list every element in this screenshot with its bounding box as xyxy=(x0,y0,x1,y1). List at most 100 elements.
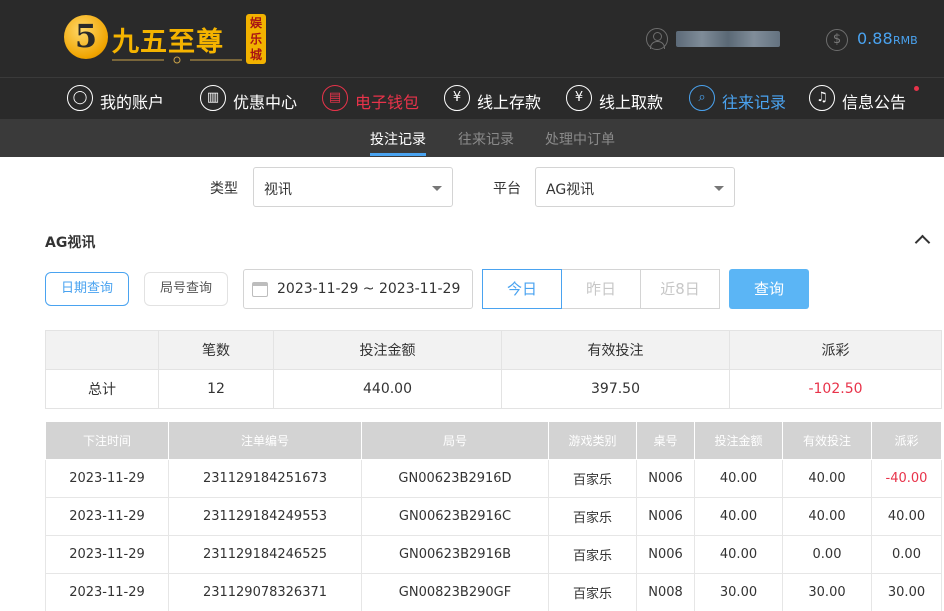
payout: 0.00 xyxy=(871,535,942,574)
game-type: 百家乐 xyxy=(548,535,637,574)
date-query-button[interactable]: 日期查询 xyxy=(45,272,129,306)
column-header: 游戏类别 xyxy=(548,421,637,460)
records-header-row: 下注时间 注单编号 局号 游戏类别 桌号 投注金额 有效投注 派彩 xyxy=(45,421,942,460)
column-header: 下注时间 xyxy=(45,421,169,460)
game-type: 百家乐 xyxy=(548,497,637,536)
table-id: N006 xyxy=(636,459,695,498)
summary-header-cell: 派彩 xyxy=(729,330,942,370)
tab-pending-orders[interactable]: 处理中订单 xyxy=(545,129,615,149)
coin-icon: $ xyxy=(826,29,848,51)
total-payout: -102.50 xyxy=(729,369,942,409)
bell-icon: ♫ xyxy=(809,85,835,111)
platform-label: 平台 xyxy=(493,181,521,197)
total-valid-bet: 397.50 xyxy=(501,369,730,409)
sub-nav: 投注记录 往来记录 处理中订单 xyxy=(0,119,944,157)
top-header: 5 九五至尊 娱乐城 $ 0.88 RMB xyxy=(0,0,944,77)
bet-id: 231129184246525 xyxy=(168,535,362,574)
bet-amount: 40.00 xyxy=(694,497,783,536)
game-type: 百家乐 xyxy=(548,573,637,611)
logo-badge: 娱乐城 xyxy=(246,14,266,64)
bet-time: 2023-11-29 xyxy=(45,459,169,498)
user-icon: ◯ xyxy=(67,85,93,111)
tab-transaction-records[interactable]: 往来记录 xyxy=(458,129,514,149)
table-row: 2023-11-29 231129184249553 GN00623B2916C… xyxy=(45,497,942,536)
payout: 40.00 xyxy=(871,497,942,536)
column-header: 局号 xyxy=(361,421,549,460)
wallet-icon: ▤ xyxy=(322,85,348,111)
table-id: N006 xyxy=(636,497,695,536)
active-tab-indicator xyxy=(370,153,426,156)
chevron-down-icon xyxy=(432,186,442,191)
chevron-up-icon[interactable] xyxy=(915,233,929,247)
summary-header-cell: 笔数 xyxy=(158,330,274,370)
summary-header-cell: 投注金额 xyxy=(273,330,502,370)
round-id: GN00623B2916C xyxy=(361,497,549,536)
payout: -40.00 xyxy=(871,459,942,498)
total-count: 12 xyxy=(158,369,274,409)
round-query-button[interactable]: 局号查询 xyxy=(144,272,228,306)
user-avatar-icon xyxy=(646,28,668,50)
table-row: 2023-11-29 231129078326371 GN00823B290GF… xyxy=(45,573,942,611)
yesterday-button[interactable]: 昨日 xyxy=(561,269,641,309)
query-button[interactable]: 查询 xyxy=(729,269,809,309)
bet-amount: 40.00 xyxy=(694,459,783,498)
table-row: 2023-11-29 231129184251673 GN00623B2916D… xyxy=(45,459,942,498)
column-header: 有效投注 xyxy=(782,421,872,460)
valid-bet: 40.00 xyxy=(782,497,872,536)
valid-bet: 30.00 xyxy=(782,573,872,611)
date-range-input[interactable]: 2023-11-29 ~ 2023-11-29 xyxy=(243,269,473,309)
bet-id: 231129078326371 xyxy=(168,573,362,611)
valid-bet: 40.00 xyxy=(782,459,872,498)
summary-header-row: 笔数 投注金额 有效投注 派彩 xyxy=(45,330,942,370)
game-type: 百家乐 xyxy=(548,459,637,498)
logo-text: 九五至尊 xyxy=(112,27,224,58)
column-header: 派彩 xyxy=(871,421,942,460)
bet-time: 2023-11-29 xyxy=(45,535,169,574)
bet-id: 231129184251673 xyxy=(168,459,362,498)
today-button[interactable]: 今日 xyxy=(482,269,562,309)
total-bet-amount: 440.00 xyxy=(273,369,502,409)
balance-amount: 0.88 xyxy=(857,29,893,48)
notification-dot xyxy=(914,86,919,91)
logo-emblem: 5 xyxy=(64,15,108,59)
summary-total-row: 总计 12 440.00 397.50 -102.50 xyxy=(45,369,942,409)
withdraw-icon: ¥ xyxy=(566,85,592,111)
main-nav: ◯ 我的账户 ▥ 优惠中心 ▤ 电子钱包 ¥ 线上存款 ¥ 线上取款 ⌕ 往来记… xyxy=(0,77,944,119)
summary-header-cell xyxy=(45,330,159,370)
section-title: AG视讯 xyxy=(45,235,96,251)
records-icon: ⌕ xyxy=(689,85,715,111)
column-header: 投注金额 xyxy=(694,421,783,460)
summary-header-cell: 有效投注 xyxy=(501,330,730,370)
valid-bet: 0.00 xyxy=(782,535,872,574)
table-id: N006 xyxy=(636,535,695,574)
last-8-days-button[interactable]: 近8日 xyxy=(640,269,720,309)
bet-time: 2023-11-29 xyxy=(45,497,169,536)
site-logo[interactable]: 5 九五至尊 娱乐城 xyxy=(64,12,269,66)
bet-id: 231129184249553 xyxy=(168,497,362,536)
records-table: 下注时间 注单编号 局号 游戏类别 桌号 投注金额 有效投注 派彩 2023-1… xyxy=(45,421,942,611)
calendar-icon xyxy=(252,282,268,297)
bet-time: 2023-11-29 xyxy=(45,573,169,611)
column-header: 桌号 xyxy=(636,421,695,460)
platform-select[interactable]: AG视讯 xyxy=(535,167,735,207)
bet-amount: 30.00 xyxy=(694,573,783,611)
masked-username xyxy=(676,31,780,47)
column-header: 注单编号 xyxy=(168,421,362,460)
gift-icon: ▥ xyxy=(200,85,226,111)
total-label: 总计 xyxy=(45,369,159,409)
payout: 30.00 xyxy=(871,573,942,611)
summary-table: 笔数 投注金额 有效投注 派彩 总计 12 440.00 397.50 -102… xyxy=(45,330,942,409)
round-id: GN00823B290GF xyxy=(361,573,549,611)
balance-unit: RMB xyxy=(893,34,918,47)
type-select[interactable]: 视讯 xyxy=(253,167,453,207)
deposit-icon: ¥ xyxy=(444,85,470,111)
chevron-down-icon xyxy=(714,186,724,191)
logo-ornament-icon xyxy=(112,56,242,64)
table-id: N008 xyxy=(636,573,695,611)
round-id: GN00623B2916B xyxy=(361,535,549,574)
tab-bet-records[interactable]: 投注记录 xyxy=(370,129,426,149)
bet-amount: 40.00 xyxy=(694,535,783,574)
quick-date-group: 今日 昨日 近8日 xyxy=(482,269,720,309)
type-label: 类型 xyxy=(210,181,238,197)
table-row: 2023-11-29 231129184246525 GN00623B2916B… xyxy=(45,535,942,574)
